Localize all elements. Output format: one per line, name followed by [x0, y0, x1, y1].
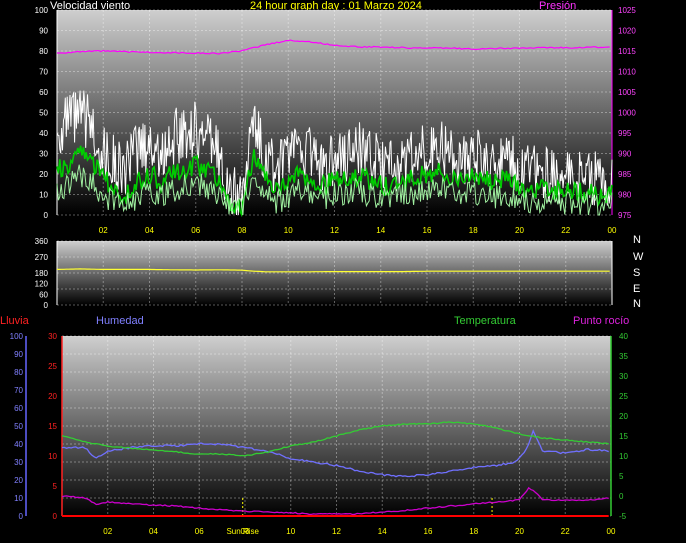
wind-x-tick-label: 10 [284, 226, 293, 235]
wind-x-tick-label: 20 [515, 226, 524, 235]
temp-y-tick-label: 40 [619, 332, 628, 341]
humidity-y-tick-label: 70 [14, 386, 23, 395]
wind-y-tick-label: 70 [39, 68, 48, 77]
pressure-y-tick-label: 990 [618, 150, 632, 159]
temp-x-tick-label: 00 [607, 527, 616, 536]
wind-direction-chart: 0 60120 180 270 360 [35, 237, 613, 310]
wind-y-tick-label: 100 [35, 6, 49, 15]
temp-y-tick-label: 20 [619, 412, 628, 421]
temp-y-tick-label: 5 [619, 472, 624, 481]
humidity-y-tick-label: 0 [19, 512, 24, 521]
pressure-y-tick-label: 1000 [618, 109, 636, 118]
wind-x-tick-label: 18 [469, 226, 478, 235]
pressure-y-tick-label: 1025 [618, 6, 636, 15]
wind-y-tick-label: 50 [39, 109, 48, 118]
wind-y-tick-label: 80 [39, 47, 48, 56]
humidity-y-tick-label: 10 [14, 494, 23, 503]
humidity-y-tick-label: 20 [14, 476, 23, 485]
wind-x-tick-label: 14 [376, 226, 385, 235]
pressure-y-tick-label: 985 [618, 170, 632, 179]
temp-x-tick-label: 14 [378, 527, 387, 536]
temp-x-tick-label: 16 [424, 527, 433, 536]
direction-y-tick-label: 120 [35, 280, 49, 289]
pressure-y-tick-label: 980 [618, 191, 632, 200]
wind-x-tick-label: 06 [191, 226, 200, 235]
wind-x-tick-label: 04 [145, 226, 154, 235]
wind-y-tick-label: 10 [39, 191, 48, 200]
temp-y-tick-label: 15 [619, 432, 628, 441]
wind-y-tick-label: 90 [39, 27, 48, 36]
temp-x-tick-label: 20 [515, 527, 524, 536]
temp-y-tick-label: 25 [619, 392, 628, 401]
rain-y-tick-label: 5 [53, 482, 58, 491]
wind-y-tick-label: 40 [39, 129, 48, 138]
direction-y-tick-label: 180 [35, 269, 49, 278]
temp-y-tick-label: 0 [619, 492, 624, 501]
wind-x-tick-label: 08 [238, 226, 247, 235]
wind-y-tick-label: 0 [44, 211, 49, 220]
temp-x-tick-label: 22 [561, 527, 570, 536]
pressure-y-tick-label: 1005 [618, 88, 636, 97]
wind-y-tick-label: 20 [39, 170, 48, 179]
pressure-y-tick-label: 1020 [618, 27, 636, 36]
temp-x-tick-label: 10 [286, 527, 295, 536]
wind-pressure-chart: 0102030405060708090100975980985990995100… [35, 6, 637, 235]
pressure-y-tick-label: 975 [618, 211, 632, 220]
humidity-y-tick-label: 100 [10, 332, 24, 341]
temp-x-tick-label: 04 [149, 527, 158, 536]
temp-humidity-chart: 0102030405060708090100051015202530-50510… [10, 332, 629, 536]
wind-x-tick-label: 00 [608, 226, 617, 235]
wind-y-tick-label: 60 [39, 88, 48, 97]
rain-y-tick-label: 25 [48, 362, 57, 371]
sunrise-label: Sun Rise [226, 527, 259, 536]
rain-y-tick-label: 20 [48, 392, 57, 401]
pressure-y-tick-label: 995 [618, 129, 632, 138]
temp-x-tick-label: 06 [195, 527, 204, 536]
temp-x-tick-label: 02 [103, 527, 112, 536]
direction-y-tick-label: 60 [39, 290, 48, 299]
pressure-y-tick-label: 1015 [618, 47, 636, 56]
wind-y-tick-label: 30 [39, 150, 48, 159]
humidity-y-tick-label: 30 [14, 458, 23, 467]
rain-y-tick-label: 15 [48, 422, 57, 431]
humidity-y-tick-label: 50 [14, 422, 23, 431]
humidity-y-tick-label: 80 [14, 368, 23, 377]
pressure-y-tick-label: 1010 [618, 68, 636, 77]
weather-charts: 0102030405060708090100975980985990995100… [10, 6, 637, 536]
humidity-y-tick-label: 60 [14, 404, 23, 413]
temp-y-tick-label: 10 [619, 452, 628, 461]
temp-x-tick-label: 12 [332, 527, 341, 536]
direction-y-tick-label: 0 [44, 301, 49, 310]
rain-y-tick-label: 30 [48, 332, 57, 341]
temp-y-tick-label: 35 [619, 352, 628, 361]
wind-x-tick-label: 22 [561, 226, 570, 235]
temp-y-tick-label: 30 [619, 372, 628, 381]
wind-x-tick-label: 16 [423, 226, 432, 235]
temp-y-tick-label: -5 [619, 512, 627, 521]
rain-y-tick-label: 0 [53, 512, 58, 521]
humidity-y-tick-label: 40 [14, 440, 23, 449]
wind-x-tick-label: 12 [330, 226, 339, 235]
rain-y-tick-label: 10 [48, 452, 57, 461]
temp-x-tick-label: 18 [469, 527, 478, 536]
wind-x-tick-label: 02 [99, 226, 108, 235]
direction-y-tick-label: 360 [35, 237, 49, 246]
humidity-y-tick-label: 90 [14, 350, 23, 359]
direction-y-tick-label: 270 [35, 253, 49, 262]
